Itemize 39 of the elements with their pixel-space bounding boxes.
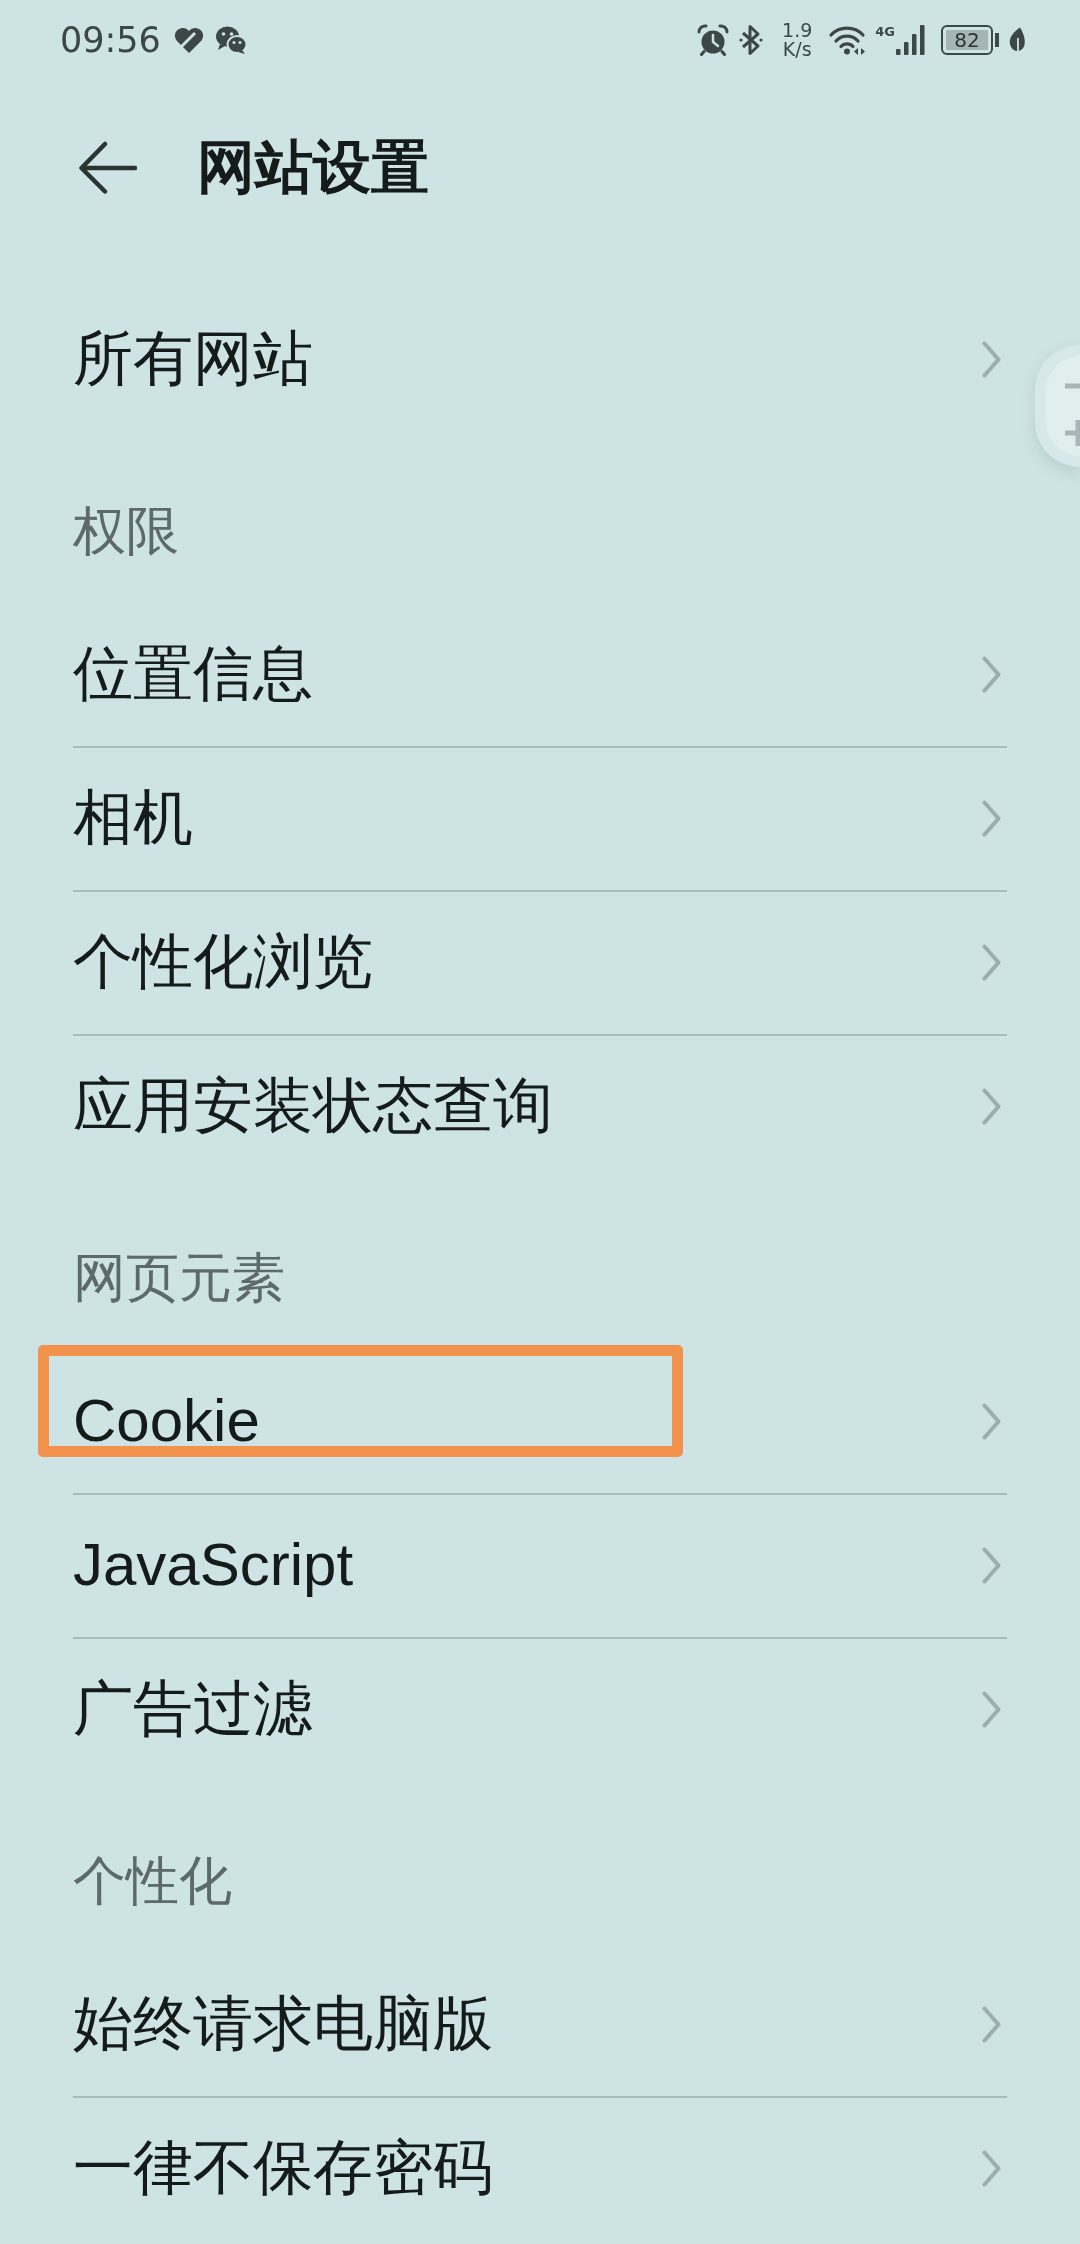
plus-icon[interactable] bbox=[1065, 420, 1080, 446]
chevron-right-icon bbox=[982, 2149, 1001, 2187]
settings-list-item[interactable]: 一律不保存密码 bbox=[73, 2096, 1007, 2240]
network-speed-value: 1.9 bbox=[782, 21, 813, 40]
chevron-right-icon bbox=[982, 655, 1001, 693]
section-header: 网页元素 bbox=[73, 1251, 285, 1304]
chevron-right-icon bbox=[982, 1690, 1001, 1728]
settings-list-item[interactable]: JavaScript bbox=[73, 1493, 1007, 1637]
status-time: 09:56 bbox=[60, 22, 161, 58]
settings-list-item[interactable]: 所有网站 bbox=[73, 287, 1007, 431]
alarm-clock-icon bbox=[696, 24, 731, 56]
chevron-right-icon bbox=[982, 340, 1001, 378]
settings-list-item[interactable]: 广告过滤 bbox=[73, 1637, 1007, 1781]
settings-list-item[interactable]: 应用安装状态查询 bbox=[73, 1034, 1007, 1178]
chevron-right-icon bbox=[982, 1546, 1001, 1584]
signal-bars-icon bbox=[896, 25, 928, 55]
heart-icon bbox=[172, 26, 205, 54]
settings-list-item[interactable]: 位置信息 bbox=[73, 602, 1007, 746]
battery-percent: 82 bbox=[954, 30, 980, 50]
back-arrow-icon[interactable] bbox=[78, 140, 137, 194]
chevron-right-icon bbox=[982, 943, 1001, 981]
wifi-icon bbox=[828, 25, 867, 55]
settings-list-item[interactable]: 始终请求电脑版 bbox=[73, 1952, 1007, 2096]
section-header: 个性化 bbox=[73, 1854, 232, 1907]
bluetooth-icon bbox=[739, 24, 764, 56]
chat-bubbles-icon bbox=[214, 25, 247, 55]
settings-list-item[interactable]: 相机 bbox=[73, 746, 1007, 890]
page-title: 网站设置 bbox=[197, 138, 429, 196]
chevron-right-icon bbox=[982, 2005, 1001, 2043]
section-header: 权限 bbox=[73, 504, 179, 557]
network-type-label: 4G bbox=[875, 25, 895, 38]
leaf-icon bbox=[1008, 27, 1026, 53]
minus-icon[interactable] bbox=[1065, 383, 1080, 389]
chevron-right-icon bbox=[982, 1402, 1001, 1440]
settings-list-item[interactable]: Cookie bbox=[73, 1349, 1007, 1493]
network-speed-unit: K/s bbox=[782, 40, 812, 59]
settings-list-item[interactable]: 个性化浏览 bbox=[73, 890, 1007, 1034]
chevron-right-icon bbox=[982, 799, 1001, 837]
chevron-right-icon bbox=[982, 1087, 1001, 1125]
